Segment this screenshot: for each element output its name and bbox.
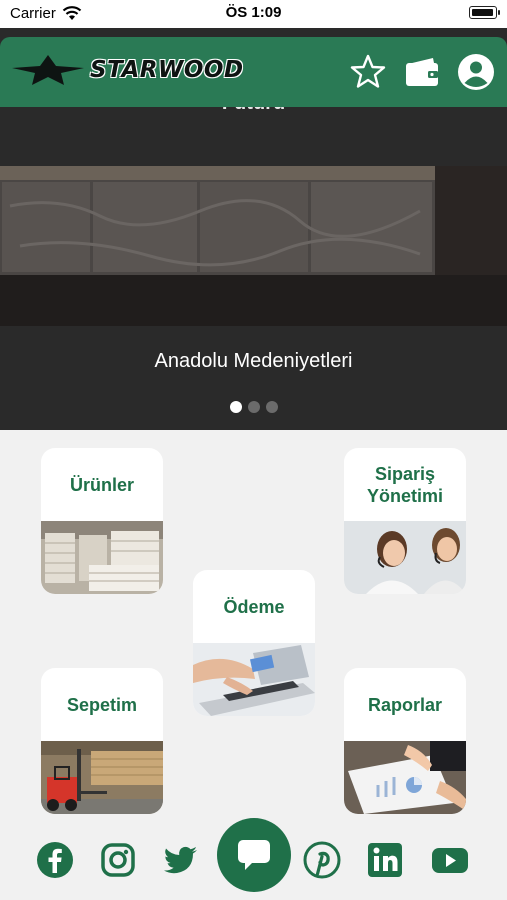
slide-image — [0, 166, 507, 326]
linkedin-icon[interactable] — [365, 840, 405, 880]
twitter-icon[interactable] — [161, 840, 201, 880]
chat-icon — [238, 840, 270, 870]
payment-card[interactable]: Ödeme — [193, 570, 315, 716]
slide-dot-3[interactable] — [265, 401, 278, 413]
social-bar — [0, 818, 507, 900]
reports-image — [344, 741, 466, 814]
clock: ÖS 1:09 — [225, 4, 282, 21]
youtube-icon[interactable] — [430, 840, 470, 880]
orders-image — [344, 521, 466, 594]
brand-name: STARWOOD — [90, 57, 244, 83]
slide-dot-2[interactable] — [247, 401, 260, 413]
payment-image — [193, 643, 315, 716]
orders-card[interactable]: Sipariş Yönetimi — [344, 448, 466, 594]
facebook-icon[interactable] — [35, 840, 75, 880]
reports-label: Raporlar — [367, 695, 443, 715]
orders-label: Sipariş Yönetimi — [366, 464, 443, 506]
slide-dot-1[interactable] — [229, 401, 242, 413]
battery-icon — [469, 6, 500, 19]
wallet-icon[interactable] — [403, 53, 441, 91]
starwood-logo[interactable]: STARWOOD — [12, 55, 244, 85]
instagram-icon[interactable] — [98, 840, 138, 880]
cart-label: Sepetim — [66, 695, 138, 715]
app-header: STARWOOD — [0, 37, 507, 107]
payment-label: Ödeme — [223, 597, 285, 617]
products-card[interactable]: Ürünler — [41, 448, 163, 594]
slider-pagination[interactable] — [0, 401, 507, 413]
star-icon[interactable] — [349, 53, 387, 91]
slide-caption: Anadolu Medeniyetleri — [154, 350, 353, 372]
cart-image — [41, 741, 163, 814]
chat-button[interactable] — [217, 818, 291, 892]
star-logo-icon — [12, 55, 84, 85]
account-icon[interactable] — [457, 53, 495, 91]
reports-card[interactable]: Raporlar — [344, 668, 466, 814]
cart-card[interactable]: Sepetim — [41, 668, 163, 814]
products-label: Ürünler — [69, 475, 134, 495]
products-image — [41, 521, 163, 594]
pinterest-icon[interactable] — [302, 840, 342, 880]
status-bar: Carrier ÖS 1:09 — [0, 0, 507, 28]
